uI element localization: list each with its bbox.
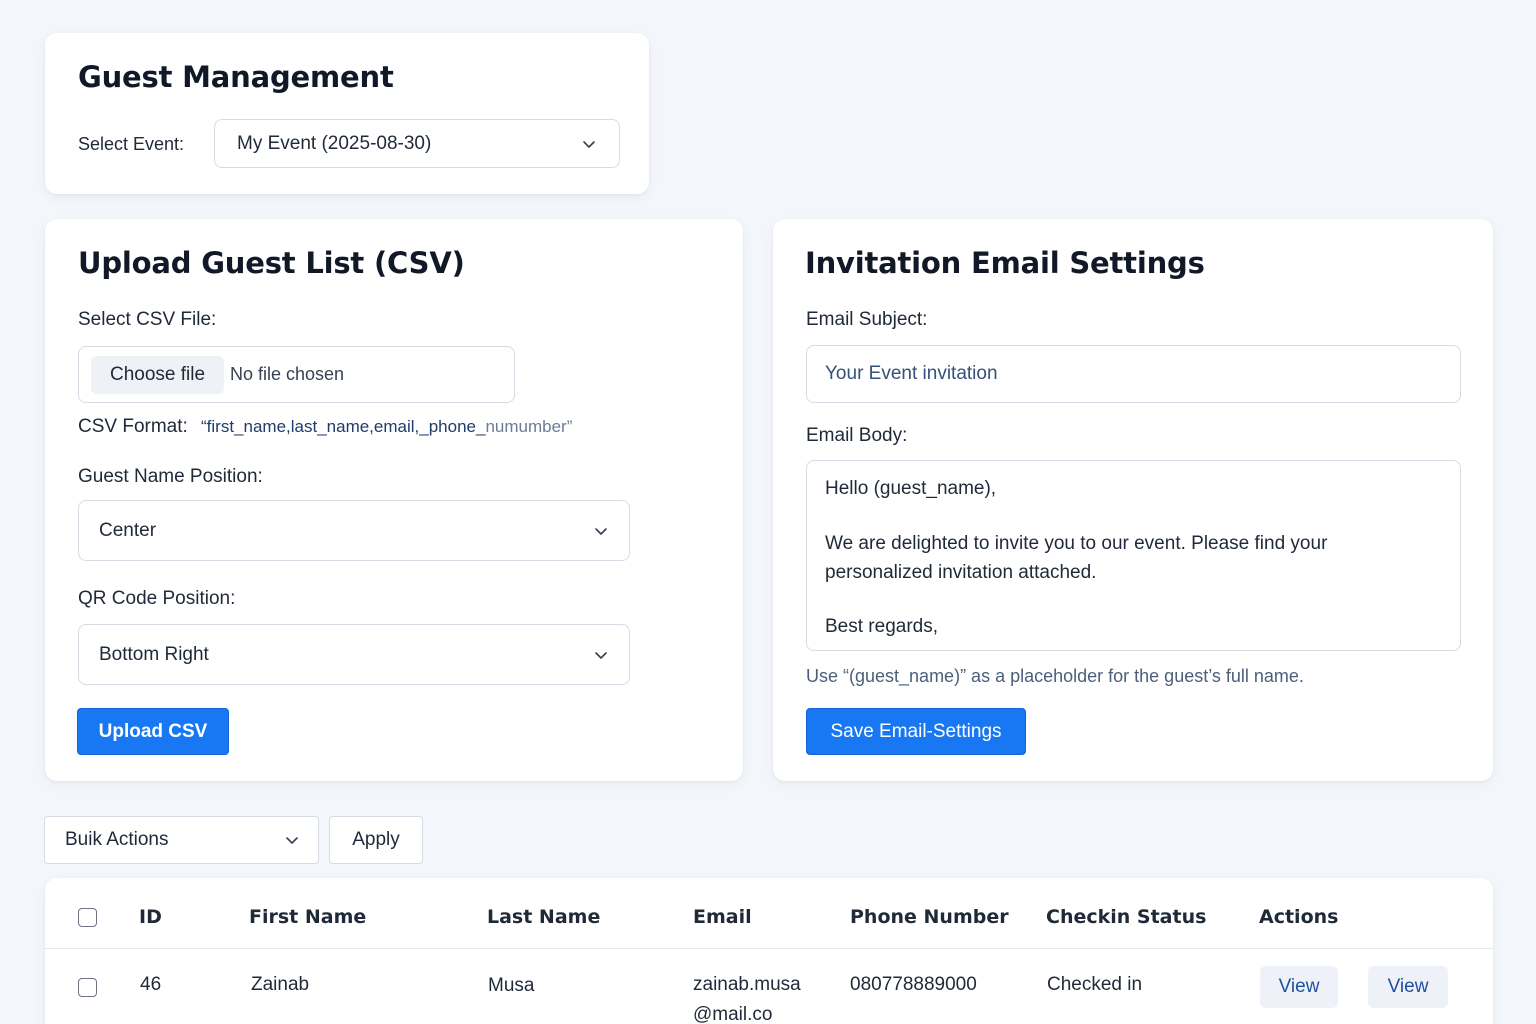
- view-button[interactable]: View: [1368, 966, 1448, 1008]
- csv-format-label: CSV Format:: [78, 416, 188, 437]
- email-body-line: Best regards,: [825, 616, 938, 637]
- cell-last-name: Musa: [488, 975, 535, 996]
- csv-file-input[interactable]: Choose file No file chosen: [78, 346, 515, 403]
- email-body-textarea[interactable]: Hello (guest_name), We are delighted to …: [806, 460, 1461, 651]
- email-body-line: Hello (guest_name),: [825, 478, 997, 499]
- qr-position-select[interactable]: Bottom Right: [78, 624, 630, 685]
- name-position-select[interactable]: Center: [78, 500, 630, 561]
- header-last-name[interactable]: Last Name: [487, 906, 600, 928]
- header-phone[interactable]: Phone Number: [850, 906, 1009, 928]
- bulk-actions-select[interactable]: Buik Actions: [44, 816, 319, 864]
- chevron-down-icon: [581, 136, 597, 152]
- save-email-settings-button[interactable]: Save Email-Settings: [806, 708, 1026, 755]
- event-select[interactable]: My Event (2025-08-30): [214, 119, 620, 168]
- guest-management-card: Guest Management Select Event: My Event …: [45, 33, 649, 194]
- cell-email-line1: zainab.musa: [693, 974, 801, 995]
- chevron-down-icon: [593, 523, 609, 539]
- qr-position-value: Bottom Right: [99, 643, 209, 665]
- header-id[interactable]: ID: [139, 906, 162, 928]
- email-body-line: personalized invitation attached.: [825, 562, 1097, 583]
- csv-file-label: Select CSV File:: [78, 309, 217, 330]
- email-body-label: Email Body:: [806, 425, 908, 446]
- chevron-down-icon: [284, 832, 300, 848]
- upload-title: Upload Guest List (CSV): [78, 246, 465, 280]
- email-settings-title: Invitation Email Settings: [805, 246, 1205, 280]
- apply-button[interactable]: Apply: [329, 816, 423, 864]
- header-first-name[interactable]: First Name: [249, 906, 366, 928]
- csv-format-tail: numumber”: [485, 417, 573, 436]
- header-email[interactable]: Email: [693, 906, 752, 928]
- placeholder-hint: Use “(guest_name)” as a placeholder for …: [806, 666, 1304, 686]
- csv-format-main: “first_name,last_name,email,_phone_: [201, 417, 486, 436]
- email-subject-value: Your Event invitation: [825, 363, 998, 384]
- view-button[interactable]: View: [1260, 966, 1338, 1008]
- name-position-label: Guest Name Position:: [78, 466, 263, 487]
- cell-id: 46: [140, 974, 162, 995]
- qr-position-label: QR Code Position:: [78, 588, 236, 609]
- page-title: Guest Management: [78, 60, 394, 94]
- event-select-value: My Event (2025-08-30): [237, 132, 432, 154]
- header-status[interactable]: Checkin Status: [1046, 906, 1206, 928]
- email-body-line: We are delighted to invite you to our ev…: [825, 533, 1328, 554]
- no-file-text: No file chosen: [230, 364, 345, 384]
- table-header-divider: [45, 948, 1493, 949]
- email-subject-input[interactable]: Your Event invitation: [806, 345, 1461, 403]
- cell-first-name: Zainab: [251, 974, 310, 995]
- select-all-checkbox[interactable]: [78, 908, 97, 927]
- email-subject-label: Email Subject:: [806, 309, 928, 330]
- cell-email-line2: @mail.co: [693, 1004, 773, 1024]
- email-settings-card: Invitation Email Settings Email Subject:…: [773, 219, 1493, 781]
- row-checkbox[interactable]: [78, 978, 97, 997]
- header-actions: Actions: [1259, 906, 1339, 928]
- csv-format-value: “first_name,last_name,email,_phone_numum…: [201, 417, 572, 437]
- upload-csv-button[interactable]: Upload CSV: [77, 708, 229, 755]
- choose-file-button[interactable]: Choose file: [91, 356, 224, 394]
- chevron-down-icon: [593, 647, 609, 663]
- bulk-actions-value: Buik Actions: [65, 829, 169, 850]
- select-event-label: Select Event:: [78, 134, 185, 154]
- upload-card: Upload Guest List (CSV) Select CSV File:…: [45, 219, 743, 781]
- cell-phone: 080778889000: [850, 974, 977, 995]
- name-position-value: Center: [99, 519, 157, 541]
- cell-status: Checked in: [1047, 974, 1143, 995]
